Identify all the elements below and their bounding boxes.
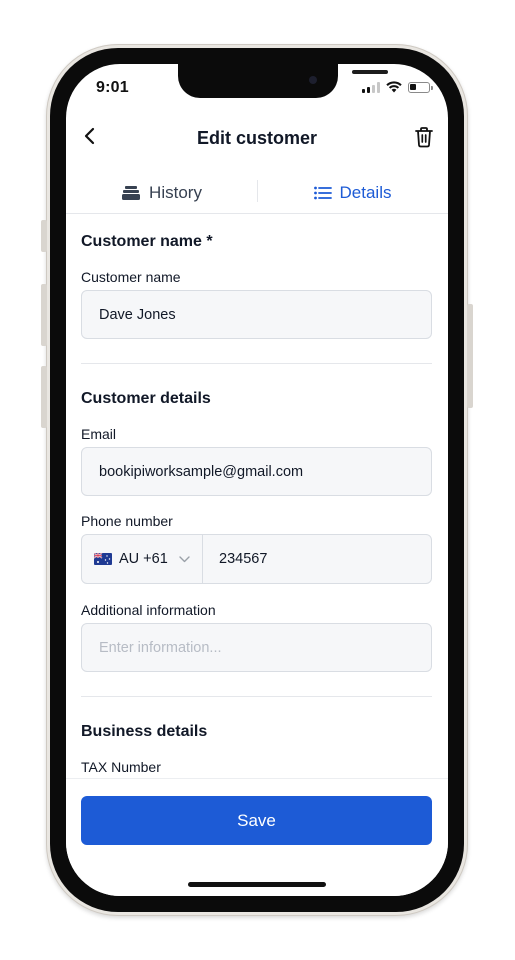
chevron-down-icon [179,555,190,562]
additional-info-input[interactable]: Enter information... [81,623,432,672]
volume-up-button [41,284,47,346]
phone-label: Phone number [81,513,173,529]
app-screen: 9:01 Edit customer History Details Custo… [66,64,448,896]
tab-history-label: History [149,182,202,202]
volume-down-button [41,366,47,428]
notch [178,64,388,98]
country-code-value: AU +61 [119,551,168,567]
battery-icon [408,81,433,93]
divider [81,363,432,364]
page-title: Edit customer [196,128,318,148]
tab-details[interactable]: Details [257,172,448,213]
home-indicator [188,882,326,887]
tab-separator [257,180,258,202]
camera-icon [309,76,317,84]
email-label: Email [81,426,117,442]
tab-details-label: Details [339,182,392,202]
signal-icon [362,81,380,93]
additional-info-label: Additional information [81,602,216,618]
tab-bar: History Details [66,172,448,214]
speaker-grille [352,70,388,74]
list-icon [313,186,332,199]
power-button [467,304,473,408]
divider [81,696,432,697]
phone-field: AU +61 234567 [81,534,432,584]
customer-name-label: Customer name [81,269,181,285]
save-button[interactable]: Save [81,796,432,845]
section-title-business-details: Business details [81,723,208,740]
footer-bar: Save [66,778,448,896]
customer-name-input[interactable]: Dave Jones [81,290,432,339]
email-input[interactable]: bookipiworksample@gmail.com [81,447,432,496]
section-title-customer-details: Customer details [81,390,211,407]
wifi-icon [386,81,402,93]
trash-icon[interactable] [414,126,434,148]
phone-number-input[interactable]: 234567 [203,535,431,583]
section-title-customer-name: Customer name * [81,233,213,250]
tab-history[interactable]: History [66,172,257,213]
silent-switch [41,220,47,252]
status-icons [362,81,433,93]
australia-flag-icon [94,553,112,565]
tax-number-label: TAX Number [81,759,161,775]
inbox-tray-icon [122,185,141,200]
status-time: 9:01 [96,79,129,96]
country-code-select[interactable]: AU +61 [82,535,203,583]
